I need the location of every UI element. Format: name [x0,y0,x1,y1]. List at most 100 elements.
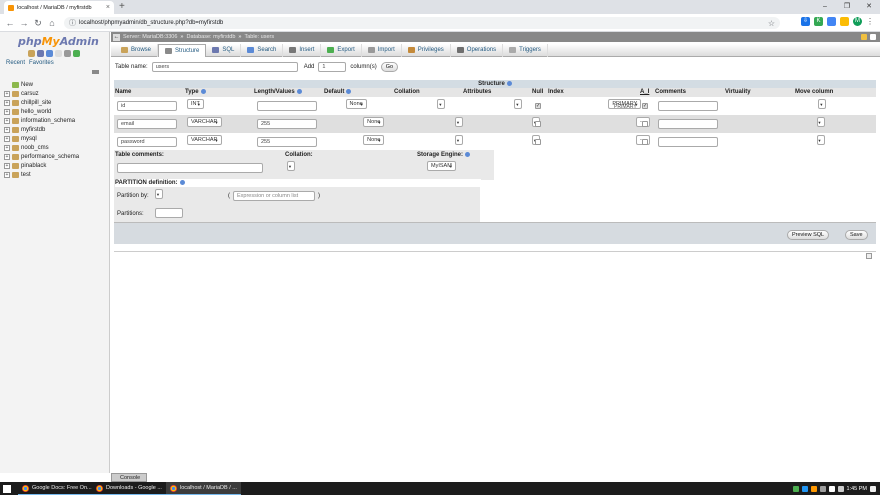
field-length-input[interactable]: 255 [257,119,317,129]
partition-by-select[interactable] [155,189,163,199]
field-comments-input[interactable] [658,101,718,111]
extension-blue-icon[interactable] [827,17,836,26]
field-length-input[interactable] [257,101,317,111]
db-item[interactable]: + performance_schema [4,152,79,161]
breadcrumb-database[interactable]: Database: myfirstdb [186,34,235,40]
ai-checkbox[interactable]: ✓ [642,103,648,109]
taskbar-clock[interactable]: 1:45 PM [847,486,867,492]
field-default-select[interactable]: None [363,117,385,127]
tab-sql[interactable]: SQL [206,43,242,57]
field-collation-select[interactable] [455,135,463,145]
maximize-button[interactable]: ❐ [836,0,858,14]
tab-export[interactable]: Export [321,43,362,57]
partition-expression-input[interactable]: Expression or column list [233,191,315,201]
new-tab-button[interactable]: + [119,2,125,12]
tab-import[interactable]: Import [362,43,402,57]
help-icon[interactable] [296,89,302,94]
close-tab-icon[interactable]: × [106,4,110,11]
settings-icon[interactable] [861,34,867,40]
field-attributes-select[interactable] [514,99,523,109]
logout-icon[interactable] [37,50,44,57]
field-collation-select[interactable] [437,99,446,109]
extension-yellow-icon[interactable] [840,17,849,26]
expand-icon[interactable]: + [4,162,10,169]
taskbar-app-downloads[interactable]: Downloads - Google ... [92,482,166,495]
field-comments-input[interactable] [658,137,718,147]
breadcrumb-table[interactable]: Table: users [244,34,274,40]
tray-icon[interactable] [801,485,808,492]
collapse-nav-icon[interactable]: ← [113,33,120,41]
help-icon[interactable] [506,80,512,86]
taskbar-app-localhost[interactable]: localhost / MariaDB / ... [166,482,241,495]
notifications-icon[interactable] [870,485,876,492]
db-item[interactable]: + test [4,170,79,179]
field-virtuality-select[interactable] [816,135,825,145]
go-button[interactable]: Go [380,62,399,72]
field-name-input[interactable]: email [117,119,177,129]
tab-structure[interactable]: Structure [158,43,207,57]
field-virtuality-select[interactable] [818,99,827,109]
field-name-input[interactable]: id [117,101,177,111]
console-tab[interactable]: Console [111,473,147,482]
expand-icon[interactable]: + [4,90,10,97]
field-type-select[interactable]: VARCHAR [187,117,222,127]
expand-icon[interactable]: + [4,117,10,124]
db-item[interactable]: + carsuz [4,89,79,98]
storage-engine-select[interactable]: MyISAM [427,161,456,171]
help-icon[interactable] [200,89,206,94]
db-item[interactable]: + noob_cms [4,143,79,152]
table-collation-select[interactable] [287,161,295,171]
extension-download-icon[interactable]: ⇩ [801,17,810,26]
null-checkbox[interactable] [535,121,541,127]
tab-browse[interactable]: Browse [115,43,159,57]
close-window-button[interactable]: ✕ [858,0,880,14]
minimize-button[interactable]: – [814,0,836,14]
back-icon[interactable]: ← [4,17,16,29]
avatar[interactable]: M [853,17,862,26]
help-icon[interactable] [465,152,471,157]
tab-recent[interactable]: Recent [6,60,25,66]
save-button[interactable]: Save [845,230,868,240]
browser-tab[interactable]: localhost / MariaDB / myfirstdb × [4,1,114,14]
ai-checkbox[interactable] [642,139,648,145]
field-name-input[interactable]: password [117,137,177,147]
chrome-menu-icon[interactable]: ⋮ [866,17,874,26]
volume-icon[interactable] [837,485,844,492]
table-name-input[interactable]: users [151,62,298,72]
bookmark-star-icon[interactable]: ☆ [768,19,775,28]
field-collation-select[interactable] [455,117,463,127]
page-settings-icon[interactable] [866,253,872,259]
db-item[interactable]: + chillpill_site [4,98,79,107]
help-icon[interactable] [46,50,53,57]
tray-icon[interactable] [819,485,826,492]
null-checkbox[interactable]: ✓ [535,103,541,109]
field-type-select[interactable]: INT [187,99,204,109]
collapse-top-icon[interactable] [870,34,876,40]
network-icon[interactable] [828,485,835,492]
expand-icon[interactable]: + [4,171,10,178]
tray-icon[interactable] [810,485,817,492]
forward-icon[interactable]: → [18,17,30,29]
settings-gear-icon[interactable] [64,50,71,57]
field-length-input[interactable]: 255 [257,137,317,147]
tray-icon[interactable] [792,485,799,492]
docs-icon[interactable] [55,50,62,57]
expand-icon[interactable]: + [4,126,10,133]
expand-icon[interactable]: + [4,153,10,160]
home-icon[interactable]: ⌂ [46,17,58,29]
tab-operations[interactable]: Operations [451,43,504,57]
field-comments-input[interactable] [658,119,718,129]
db-item[interactable]: + myfirstdb [4,125,79,134]
windows-start-icon[interactable] [3,485,11,493]
db-item-new[interactable]: New [4,80,79,89]
reload-icon[interactable]: ↻ [32,17,44,29]
extension-k-icon[interactable]: K [814,17,823,26]
db-item[interactable]: + pinablack [4,161,79,170]
expand-icon[interactable]: + [4,144,10,151]
tab-search[interactable]: Search [241,43,284,57]
tab-triggers[interactable]: Triggers [503,43,548,57]
taskbar-app-docs[interactable]: Google Docs: Free On... [18,482,96,495]
field-default-select[interactable]: None [345,99,367,109]
help-icon[interactable] [179,180,185,185]
null-checkbox[interactable] [535,139,541,145]
